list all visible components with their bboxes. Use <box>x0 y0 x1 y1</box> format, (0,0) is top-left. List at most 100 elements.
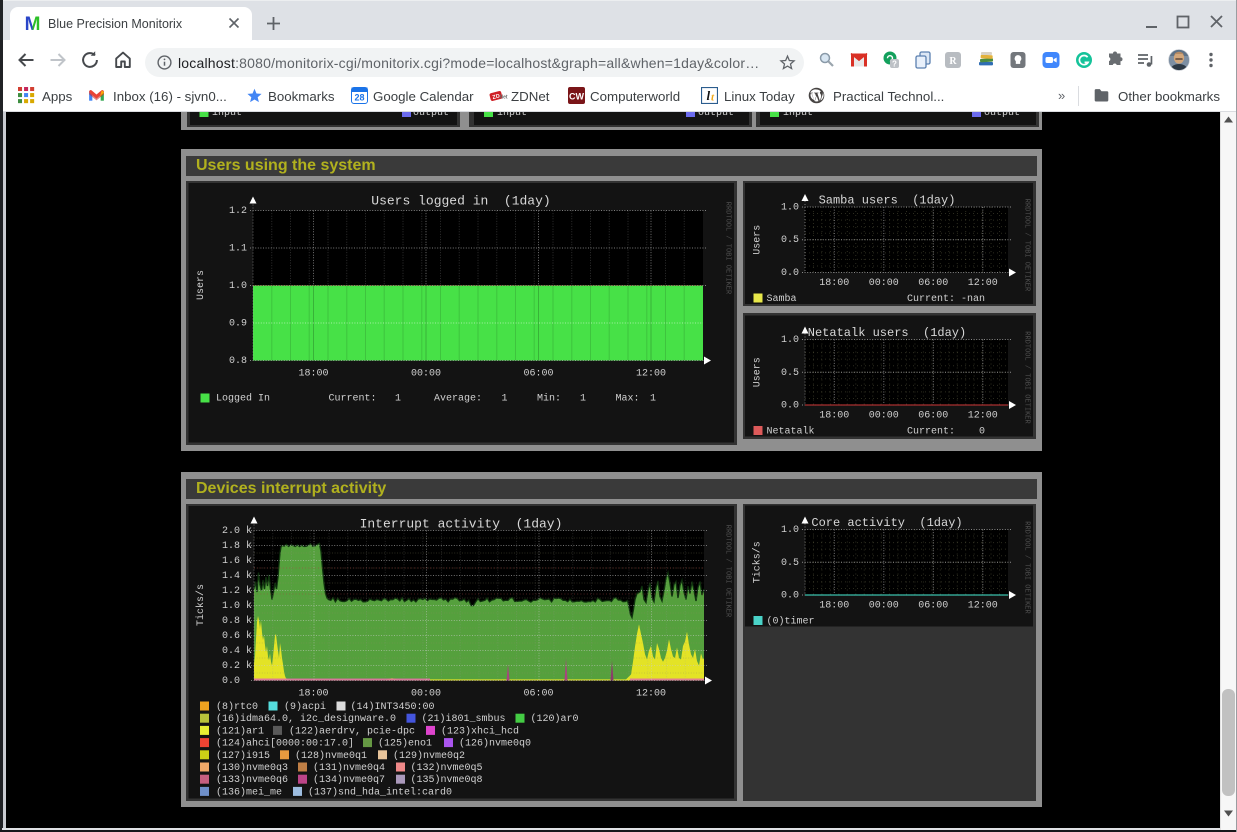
svg-text:1.0: 1.0 <box>229 281 247 292</box>
svg-text:0.0: 0.0 <box>222 676 240 687</box>
svg-text:Users logged in (1day): Users logged in (1day) <box>371 193 550 208</box>
svg-text:00:00: 00:00 <box>411 369 441 380</box>
svg-text:(131)nvme0q4: (131)nvme0q4 <box>313 762 385 774</box>
svg-text:Core activity (1day): Core activity (1day) <box>811 516 962 530</box>
svg-text:1.8 k: 1.8 k <box>222 540 252 552</box>
svg-text:Average:: Average: <box>434 394 482 405</box>
svg-text:Users: Users <box>753 225 764 255</box>
svg-text:Min:: Min: <box>537 393 561 405</box>
svg-text:0.8: 0.8 <box>229 356 247 367</box>
svg-text:00:00: 00:00 <box>411 689 441 700</box>
svg-text:output: output <box>413 108 449 119</box>
svg-text:00:00: 00:00 <box>869 411 899 422</box>
svg-text:1: 1 <box>395 394 401 405</box>
svg-text:Users: Users <box>753 357 764 387</box>
svg-text:0.0: 0.0 <box>781 591 799 602</box>
svg-text:0.0: 0.0 <box>781 268 799 279</box>
svg-text:(0)timer: (0)timer <box>767 616 815 628</box>
svg-text:output: output <box>984 108 1020 119</box>
svg-text:1.0: 1.0 <box>781 203 799 214</box>
svg-text:Ticks/s: Ticks/s <box>195 584 207 626</box>
svg-text:1.1: 1.1 <box>229 244 247 255</box>
svg-text:1: 1 <box>650 394 656 405</box>
svg-text:1.4 k: 1.4 k <box>222 570 252 582</box>
svg-text:1: 1 <box>502 394 508 405</box>
svg-text:Interrupt activity (1day): Interrupt activity (1day) <box>360 516 563 531</box>
svg-text:(134)nvme0q7: (134)nvme0q7 <box>313 774 385 786</box>
svg-text:06:00: 06:00 <box>918 278 948 289</box>
svg-text:(124)ahci[0000:00:17.0]: (124)ahci[0000:00:17.0] <box>216 738 354 750</box>
svg-text:(125)eno1: (125)eno1 <box>378 738 432 750</box>
svg-text:RRDTOOL / TOBI OETIKER: RRDTOOL / TOBI OETIKER <box>724 202 732 295</box>
svg-text:0.4 k: 0.4 k <box>222 645 252 657</box>
svg-text:1.2: 1.2 <box>229 206 247 217</box>
svg-text:1.0: 1.0 <box>781 335 799 346</box>
svg-text:1.0 k: 1.0 k <box>222 600 252 612</box>
svg-text:0.6 k: 0.6 k <box>222 630 252 642</box>
svg-text:Samba: Samba <box>767 293 797 305</box>
svg-text:1.0: 1.0 <box>781 525 799 536</box>
svg-text:0.5: 0.5 <box>781 368 799 379</box>
svg-text:0.9: 0.9 <box>229 319 247 330</box>
svg-text:output: output <box>698 108 734 119</box>
svg-text:input: input <box>783 107 813 119</box>
svg-text:12:00: 12:00 <box>636 689 666 700</box>
svg-text:Current: 0: Current: 0 <box>907 427 985 438</box>
svg-text:Current:: Current: <box>329 394 377 405</box>
svg-text:(137)snd_hda_intel:card0: (137)snd_hda_intel:card0 <box>308 786 452 798</box>
svg-text:18:00: 18:00 <box>298 689 328 700</box>
svg-text:Current: -nan: Current: -nan <box>907 294 985 305</box>
svg-text:06:00: 06:00 <box>918 601 948 612</box>
svg-text:0.5: 0.5 <box>781 235 799 246</box>
svg-text:18:00: 18:00 <box>819 278 849 289</box>
svg-text:RRDTOOL / TOBI OETIKER: RRDTOOL / TOBI OETIKER <box>1023 331 1031 424</box>
svg-text:2.0 k: 2.0 k <box>222 525 252 537</box>
svg-text:(123)xhci_hcd: (123)xhci_hcd <box>441 725 519 737</box>
svg-text:(9)acpi: (9)acpi <box>284 701 326 713</box>
svg-text:(133)nvme0q6: (133)nvme0q6 <box>216 774 288 786</box>
svg-text:(122)aerdrv, pcie-dpc: (122)aerdrv, pcie-dpc <box>289 725 415 737</box>
svg-text:(8)rtc0: (8)rtc0 <box>216 701 258 713</box>
svg-text:18:00: 18:00 <box>298 369 328 380</box>
svg-text:12:00: 12:00 <box>968 601 998 612</box>
svg-text:RRDTOOL / TOBI OETIKER: RRDTOOL / TOBI OETIKER <box>1023 199 1031 292</box>
svg-text:12:00: 12:00 <box>968 278 998 289</box>
svg-text:(132)nvme0q5: (132)nvme0q5 <box>411 762 483 774</box>
svg-text:Users: Users <box>196 270 207 300</box>
svg-text:1.2 k: 1.2 k <box>222 585 252 597</box>
svg-text:(21)i801_smbus: (21)i801_smbus <box>422 713 506 725</box>
svg-text:0.0: 0.0 <box>781 401 799 412</box>
svg-text:1: 1 <box>580 394 586 405</box>
svg-text:06:00: 06:00 <box>523 689 553 700</box>
svg-text:12:00: 12:00 <box>968 411 998 422</box>
svg-text:Samba users (1day): Samba users (1day) <box>819 194 956 208</box>
svg-text:00:00: 00:00 <box>869 601 899 612</box>
svg-text:input: input <box>212 107 242 119</box>
svg-text:(126)nvme0q0: (126)nvme0q0 <box>459 738 531 750</box>
svg-text:Max:: Max: <box>616 394 640 405</box>
svg-text:Ticks/s: Ticks/s <box>752 541 764 583</box>
svg-text:input: input <box>497 107 527 119</box>
svg-text:(16)idma64.0, i2c_designware.0: (16)idma64.0, i2c_designware.0 <box>216 713 396 725</box>
svg-text:06:00: 06:00 <box>918 411 948 422</box>
svg-text:(120)ar0: (120)ar0 <box>531 713 579 725</box>
svg-text:Netatalk: Netatalk <box>767 426 815 438</box>
svg-text:18:00: 18:00 <box>819 601 849 612</box>
svg-text:1.6 k: 1.6 k <box>222 555 252 567</box>
svg-text:00:00: 00:00 <box>869 278 899 289</box>
svg-text:RRDTOOL / TOBI OETIKER: RRDTOOL / TOBI OETIKER <box>724 525 732 618</box>
svg-text:0.8 k: 0.8 k <box>222 615 252 627</box>
svg-text:0.2 k: 0.2 k <box>222 660 252 672</box>
svg-text:(14)INT3450:00: (14)INT3450:00 <box>351 701 435 713</box>
svg-text:(130)nvme0q3: (130)nvme0q3 <box>216 762 288 774</box>
svg-text:(128)nvme0q1: (128)nvme0q1 <box>295 750 367 762</box>
svg-text:(121)ar1: (121)ar1 <box>216 725 264 737</box>
svg-text:Netatalk users (1day): Netatalk users (1day) <box>808 326 966 340</box>
svg-text:(135)nvme0q8: (135)nvme0q8 <box>411 774 483 786</box>
svg-text:0.5: 0.5 <box>781 558 799 569</box>
svg-text:(127)i915: (127)i915 <box>216 750 270 762</box>
svg-text:12:00: 12:00 <box>636 369 666 380</box>
svg-text:Logged In: Logged In <box>216 393 270 405</box>
svg-text:06:00: 06:00 <box>523 369 553 380</box>
svg-text:(136)mei_me: (136)mei_me <box>216 786 282 798</box>
